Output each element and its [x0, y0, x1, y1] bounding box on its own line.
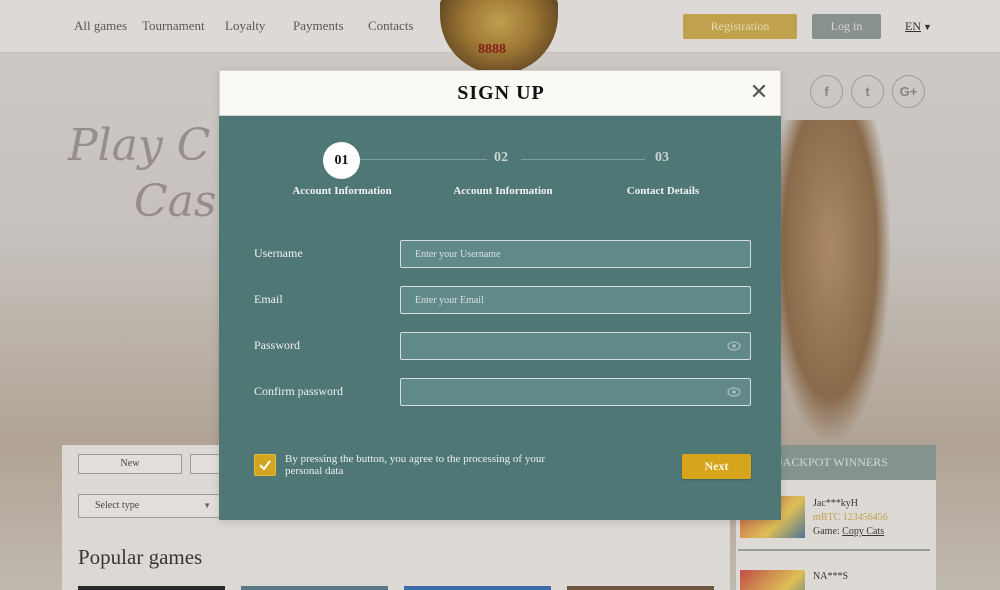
next-button[interactable]: Next: [682, 454, 751, 479]
agree-checkbox[interactable]: [254, 454, 276, 476]
step-connector: [360, 159, 487, 160]
password-label: Password: [254, 338, 301, 352]
checkmark-icon: [259, 460, 271, 471]
password-input[interactable]: [401, 333, 721, 359]
step-connector: [521, 159, 645, 160]
step-2-label: Account Information: [453, 185, 553, 197]
eye-icon[interactable]: [727, 386, 741, 398]
modal-header: SIGN UP ✕: [219, 70, 781, 116]
agree-text: By pressing the button, you agree to the…: [285, 453, 545, 477]
step-2-indicator: 02: [494, 150, 508, 165]
close-icon: ✕: [749, 80, 769, 105]
username-field[interactable]: [400, 240, 751, 268]
email-input[interactable]: [401, 287, 721, 313]
close-button[interactable]: ✕: [749, 79, 769, 107]
username-input[interactable]: [401, 241, 721, 267]
email-field[interactable]: [400, 286, 751, 314]
confirm-password-label: Confirm password: [254, 384, 343, 398]
step-3-indicator: 03: [655, 150, 669, 165]
step-3-label: Contact Details: [626, 185, 700, 197]
signup-modal: SIGN UP ✕ 01 02 03 Account Information A…: [219, 70, 781, 520]
modal-title: SIGN UP: [457, 82, 545, 104]
username-label: Username: [254, 246, 303, 260]
confirm-password-input[interactable]: [401, 379, 721, 405]
confirm-password-field[interactable]: [400, 378, 751, 406]
email-label: Email: [254, 292, 283, 306]
step-1-label: Account Information: [292, 185, 392, 197]
step-1-indicator: 01: [323, 142, 360, 179]
password-field[interactable]: [400, 332, 751, 360]
eye-icon[interactable]: [727, 340, 741, 352]
